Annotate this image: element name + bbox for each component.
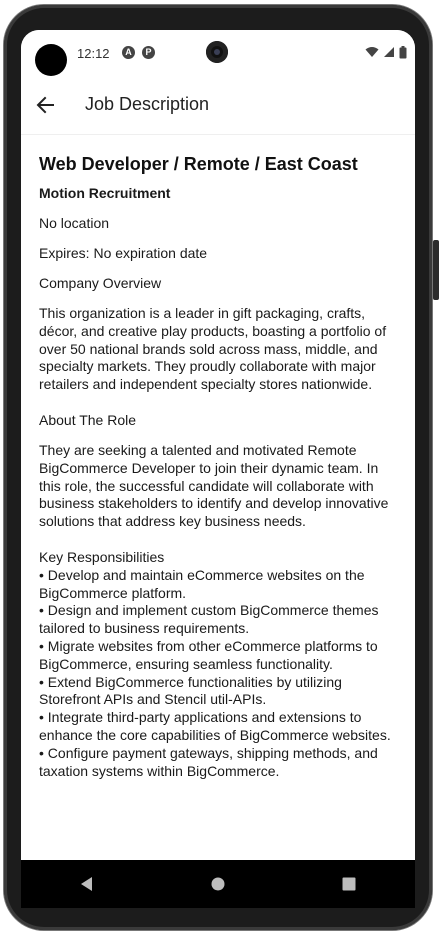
system-nav-bar bbox=[21, 860, 415, 908]
screen: 12:12 A P Job Description Web Developer … bbox=[21, 30, 415, 908]
status-bar: 12:12 A P bbox=[21, 30, 415, 76]
job-expiration: Expires: No expiration date bbox=[39, 245, 208, 261]
company-overview-heading: Company Overview bbox=[39, 275, 162, 291]
device-mockup: 12:12 A P Job Description Web Developer … bbox=[0, 0, 439, 935]
square-recents-icon bbox=[342, 877, 356, 891]
job-location: No location bbox=[39, 215, 110, 231]
company-name: Motion Recruitment bbox=[39, 185, 171, 201]
nav-recents-button[interactable] bbox=[324, 864, 374, 904]
notification-a-icon: A bbox=[122, 46, 135, 59]
responsibilities-list: • Develop and maintain eCommerce website… bbox=[39, 567, 399, 781]
about-role-heading: About The Role bbox=[39, 411, 137, 428]
list-item: • Design and implement custom BigCommerc… bbox=[39, 602, 379, 637]
responsibilities-heading: Key Responsibilities bbox=[39, 548, 165, 565]
job-title: Web Developer / Remote / East Coast bbox=[39, 154, 358, 174]
list-item: • Configure payment gateways, shipping m… bbox=[39, 744, 378, 779]
list-item: • Extend BigCommerce functionalities by … bbox=[39, 673, 342, 708]
back-button[interactable] bbox=[31, 90, 61, 120]
list-item: • Integrate third-party applications and… bbox=[39, 709, 391, 743]
battery-icon bbox=[399, 45, 407, 58]
about-role-text: They are seeking a talented and motivate… bbox=[39, 441, 389, 530]
nav-home-button[interactable] bbox=[193, 864, 243, 904]
camera-punch-hole bbox=[206, 41, 228, 63]
volume-button bbox=[433, 240, 439, 300]
circle-home-icon bbox=[211, 877, 225, 891]
cell-signal-icon bbox=[384, 47, 394, 57]
wifi-icon bbox=[365, 47, 379, 57]
front-camera bbox=[35, 44, 67, 76]
status-time: 12:12 bbox=[77, 46, 110, 61]
arrow-left-icon bbox=[36, 96, 54, 114]
page-title: Job Description bbox=[85, 94, 210, 114]
list-item: • Migrate websites from other eCommerce … bbox=[39, 637, 378, 672]
list-item: • Develop and maintain eCommerce website… bbox=[39, 566, 365, 601]
triangle-back-icon bbox=[80, 877, 92, 891]
job-description-content[interactable]: Web Developer / Remote / East Coast Moti… bbox=[39, 146, 399, 780]
notification-p-icon: P bbox=[142, 46, 155, 59]
status-icons bbox=[365, 45, 407, 59]
company-overview-text: This organization is a leader in gift pa… bbox=[39, 305, 387, 393]
app-bar: Job Description bbox=[21, 76, 415, 135]
nav-back-button[interactable] bbox=[62, 864, 112, 904]
